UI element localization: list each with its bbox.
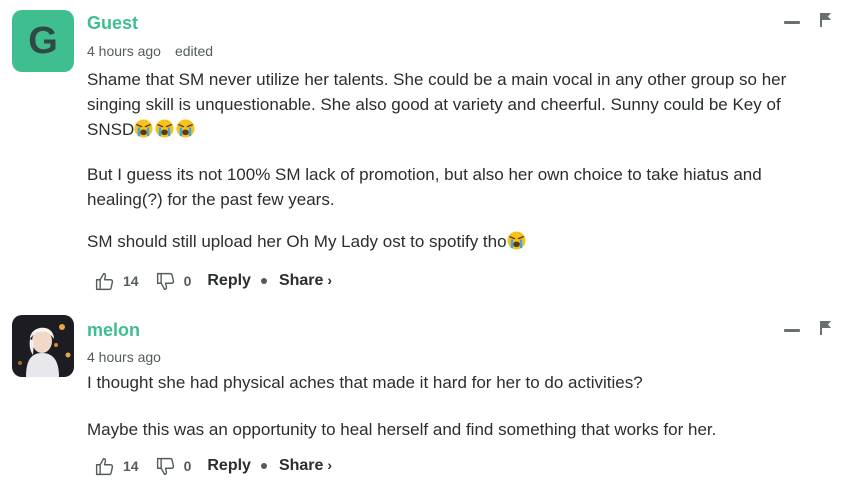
chevron-right-icon: › [327, 272, 333, 288]
comment-paragraph: SM should still upload her Oh My Lady os… [87, 229, 827, 254]
downvote-button[interactable]: 0 [155, 271, 192, 292]
edited-label: edited [174, 43, 214, 59]
thumbs-up-icon [95, 272, 114, 290]
comment: melon 4 hours ago I thought she had phys… [0, 305, 844, 485]
share-button[interactable]: Share › [279, 272, 332, 290]
comment-menu [784, 13, 834, 31]
comment-text: Maybe this was an opportunity to heal he… [87, 420, 717, 439]
comment-author[interactable]: Guest [87, 13, 138, 34]
thumbs-down-icon [156, 457, 174, 475]
comment-actions: 14 0 Reply Share › [94, 270, 332, 292]
separator-dot [260, 463, 267, 469]
minus-icon[interactable] [784, 21, 800, 24]
thumbs-up-icon [95, 457, 114, 475]
comment-timestamp[interactable]: 4 hours ago [87, 43, 161, 59]
comment-meta: 4 hours ago [87, 349, 161, 365]
reply-button[interactable]: Reply [207, 272, 251, 290]
comment: G Guest 4 hours ago edited Shame that SM … [0, 0, 844, 300]
comment-menu [784, 321, 834, 339]
avatar-letter: G [28, 20, 58, 62]
comment-text: I thought she had physical aches that ma… [87, 373, 643, 392]
minus-icon[interactable] [784, 329, 800, 332]
loudly-crying-face-emoji [134, 119, 153, 138]
separator-dot [260, 278, 267, 284]
comment-text: But I guess its not 100% SM lack of prom… [87, 165, 762, 209]
upvote-button[interactable]: 14 [94, 456, 139, 477]
share-label: Share [278, 272, 324, 289]
flag-icon[interactable] [820, 13, 832, 27]
flag-icon[interactable] [820, 321, 832, 335]
upvote-count: 14 [123, 458, 139, 474]
thumbs-down-icon [156, 272, 174, 290]
share-button[interactable]: Share › [279, 457, 332, 475]
comment-paragraph: But I guess its not 100% SM lack of prom… [87, 162, 827, 212]
downvote-button[interactable]: 0 [155, 456, 192, 477]
loudly-crying-face-emoji [507, 231, 526, 250]
comment-paragraph: Shame that SM never utilize her talents.… [87, 67, 827, 142]
comment-actions: 14 0 Reply Share › [94, 455, 332, 477]
avatar[interactable]: G [12, 10, 74, 72]
avatar-image [12, 315, 74, 377]
chevron-right-icon: › [327, 457, 333, 473]
downvote-count: 0 [183, 458, 192, 474]
comment-timestamp[interactable]: 4 hours ago [87, 349, 161, 365]
comment-text: SM should still upload her Oh My Lady os… [87, 232, 507, 251]
comment-author[interactable]: melon [87, 320, 140, 341]
comment-paragraph: Maybe this was an opportunity to heal he… [87, 417, 827, 442]
avatar[interactable] [12, 315, 74, 377]
share-label: Share [278, 457, 324, 474]
upvote-button[interactable]: 14 [94, 271, 139, 292]
comment-meta: 4 hours ago edited [87, 43, 213, 59]
comment-paragraph: I thought she had physical aches that ma… [87, 370, 827, 395]
loudly-crying-face-emoji [155, 119, 174, 138]
upvote-count: 14 [123, 273, 139, 289]
downvote-count: 0 [183, 273, 192, 289]
reply-button[interactable]: Reply [207, 457, 251, 475]
loudly-crying-face-emoji [176, 119, 195, 138]
